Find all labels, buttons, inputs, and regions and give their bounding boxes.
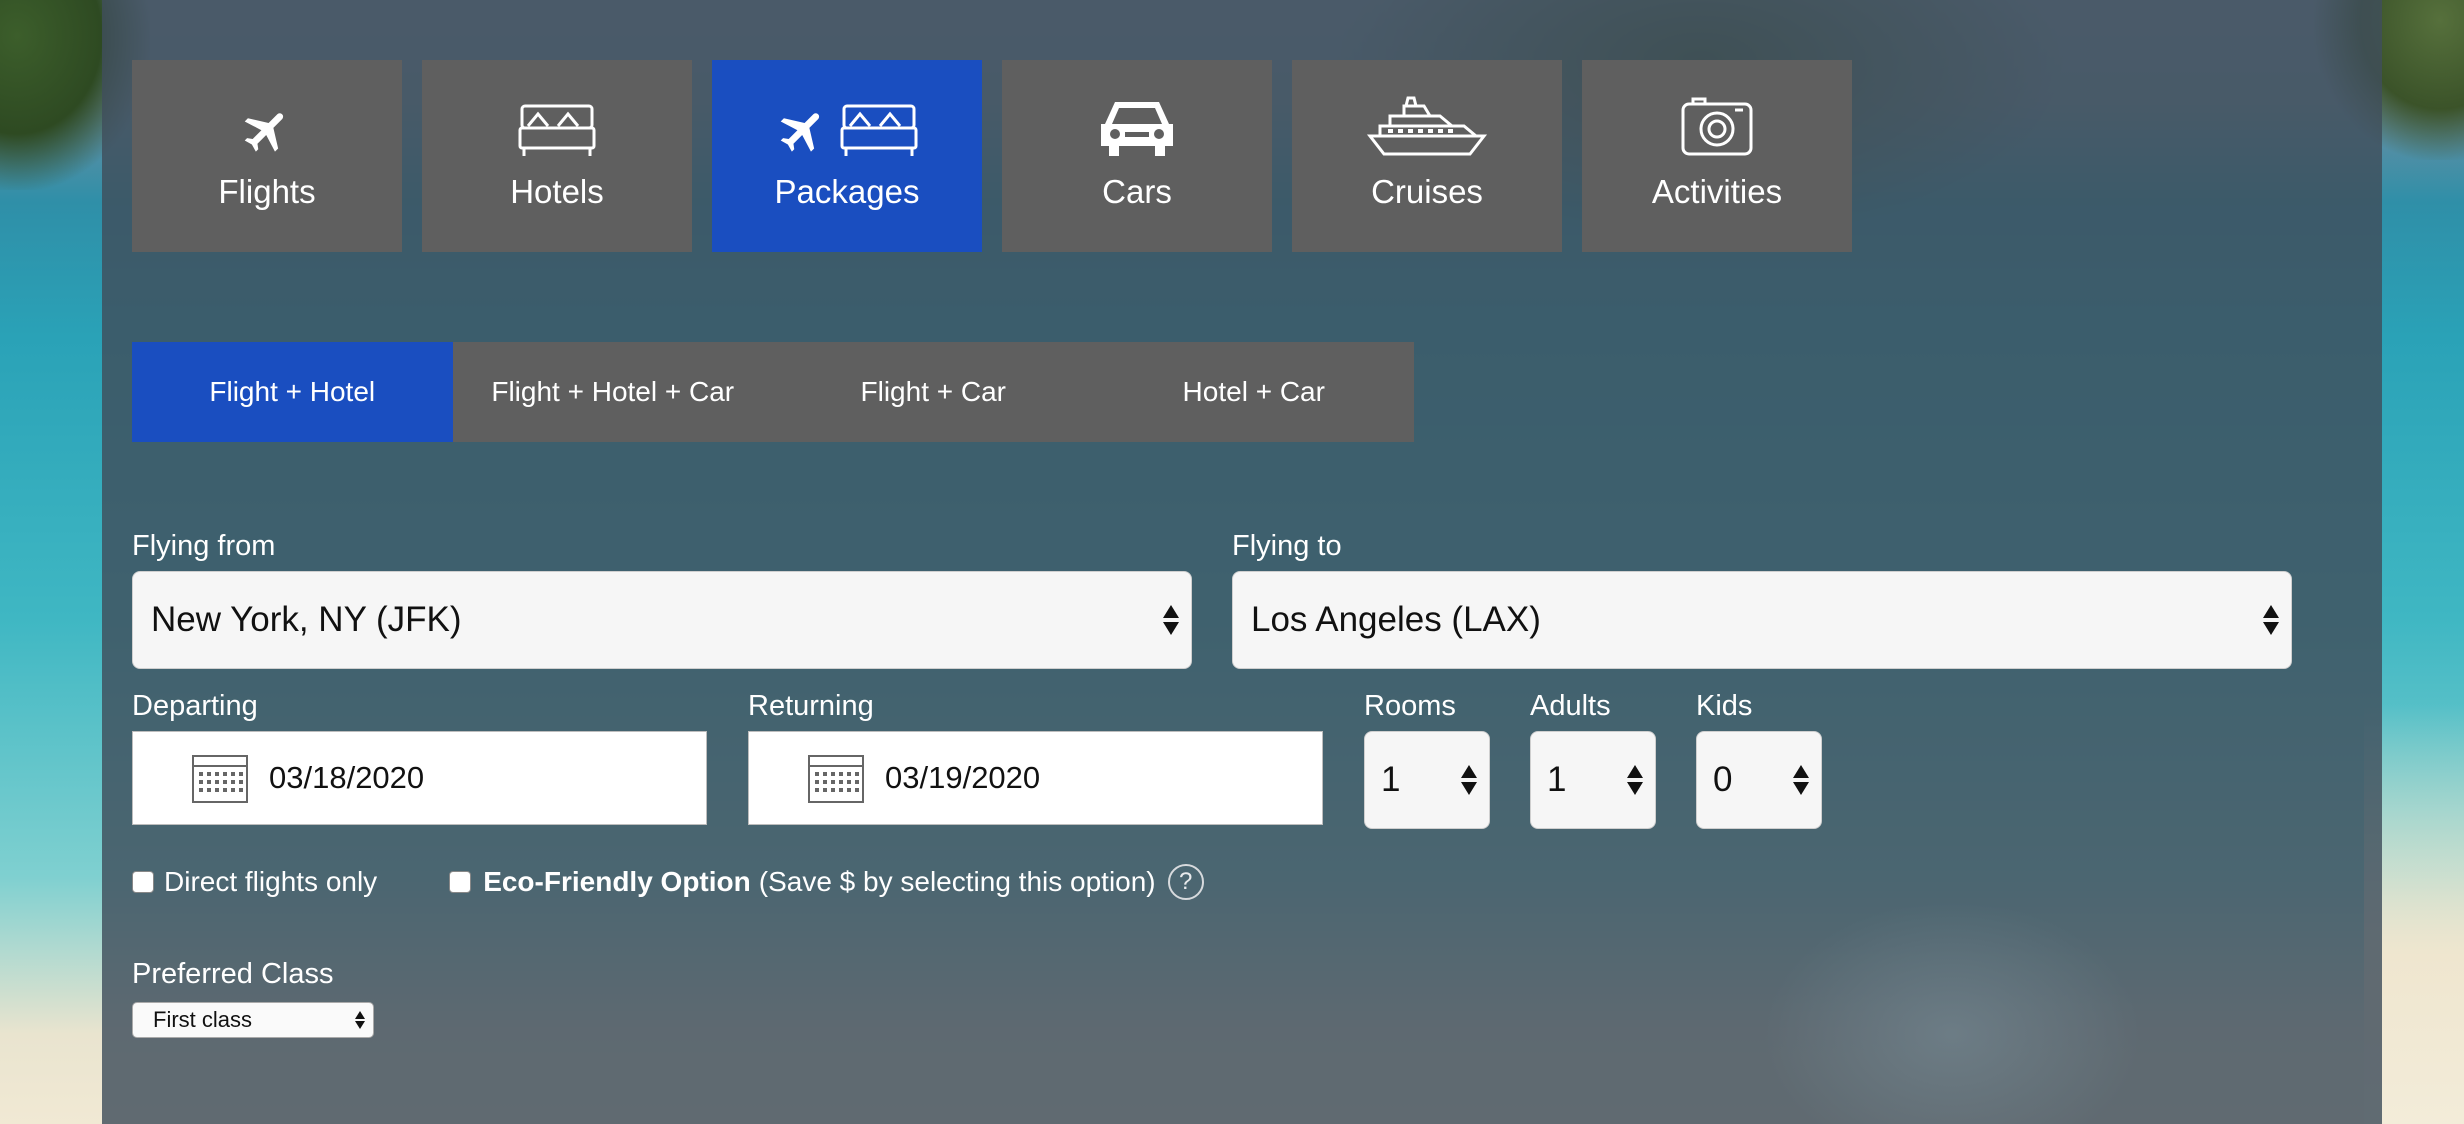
adults-select[interactable]: 1 — [1530, 731, 1656, 829]
select-arrows-icon — [355, 1011, 365, 1029]
eco-friendly-note: (Save $ by selecting this option) — [758, 866, 1156, 897]
flying-to-value: Los Angeles (LAX) — [1251, 600, 1541, 639]
preferred-class-value: First class — [153, 1007, 252, 1032]
direct-flights-label: Direct flights only — [164, 866, 378, 897]
kids-value: 0 — [1713, 760, 1733, 799]
departing-date-field[interactable]: 03/18/2020 — [132, 731, 707, 825]
bed-icon — [840, 102, 918, 163]
flying-from-label: Flying from — [132, 530, 276, 562]
returning-date-value: 03/19/2020 — [885, 760, 1041, 795]
kids-select[interactable]: 0 — [1696, 731, 1822, 829]
departing-date-value: 03/18/2020 — [269, 760, 425, 795]
adults-label: Adults — [1530, 690, 1611, 722]
flying-from-select[interactable]: New York, NY (JFK) — [132, 571, 1192, 669]
flying-to-select[interactable]: Los Angeles (LAX) — [1232, 571, 2292, 669]
tab-hotel-car[interactable]: Hotel + Car — [1094, 342, 1415, 442]
tile-cars[interactable]: Cars — [1002, 60, 1272, 252]
tile-hotels[interactable]: Hotels — [422, 60, 692, 252]
help-icon[interactable]: ? — [1167, 864, 1204, 900]
beach-chair-hint — [1762, 900, 2142, 1124]
tile-label: Flights — [218, 173, 316, 210]
plane-icon — [776, 104, 830, 163]
departing-label: Departing — [132, 690, 258, 722]
select-arrows-icon — [1163, 605, 1179, 635]
car-icon — [1099, 96, 1175, 163]
direct-flights-checkbox[interactable] — [132, 871, 154, 893]
flying-from-value: New York, NY (JFK) — [151, 600, 462, 639]
rooms-label: Rooms — [1364, 690, 1456, 722]
preferred-class-label: Preferred Class — [132, 958, 334, 990]
select-arrows-icon — [1461, 765, 1477, 795]
tile-label: Hotels — [510, 173, 604, 210]
eco-friendly-label: Eco-Friendly Option — [483, 866, 751, 897]
options-row: Direct flights only Eco-Friendly Option … — [132, 864, 1204, 900]
ship-icon — [1366, 96, 1488, 163]
rooms-select[interactable]: 1 — [1364, 731, 1490, 829]
category-tiles: Flights Hotels Packages Cars Cruises Act… — [132, 60, 1852, 252]
tile-packages[interactable]: Packages — [712, 60, 982, 252]
calendar-icon[interactable] — [191, 752, 249, 804]
select-arrows-icon — [1793, 765, 1809, 795]
tile-label: Packages — [774, 173, 920, 210]
tile-flights[interactable]: Flights — [132, 60, 402, 252]
select-arrows-icon — [1627, 765, 1643, 795]
eco-friendly-checkbox[interactable] — [449, 871, 472, 893]
tile-label: Cruises — [1371, 173, 1483, 210]
flying-to-label: Flying to — [1232, 530, 1342, 562]
select-arrows-icon — [2263, 605, 2279, 635]
tile-label: Cars — [1102, 173, 1172, 210]
kids-label: Kids — [1696, 690, 1753, 722]
returning-date-field[interactable]: 03/19/2020 — [748, 731, 1323, 825]
preferred-class-select[interactable]: First class — [132, 1002, 374, 1038]
adults-value: 1 — [1547, 760, 1567, 799]
bed-icon — [518, 102, 596, 163]
tile-label: Activities — [1651, 173, 1783, 210]
calendar-icon[interactable] — [807, 752, 865, 804]
camera-icon — [1679, 96, 1755, 163]
tab-flight-hotel-car[interactable]: Flight + Hotel + Car — [453, 342, 774, 442]
returning-label: Returning — [748, 690, 874, 722]
tile-activities[interactable]: Activities — [1582, 60, 1852, 252]
tab-flight-car[interactable]: Flight + Car — [773, 342, 1094, 442]
rooms-value: 1 — [1381, 760, 1401, 799]
plane-icon — [240, 104, 294, 163]
tile-cruises[interactable]: Cruises — [1292, 60, 1562, 252]
package-type-tabs: Flight + Hotel Flight + Hotel + Car Flig… — [132, 342, 1414, 442]
tab-flight-hotel[interactable]: Flight + Hotel — [132, 342, 453, 442]
